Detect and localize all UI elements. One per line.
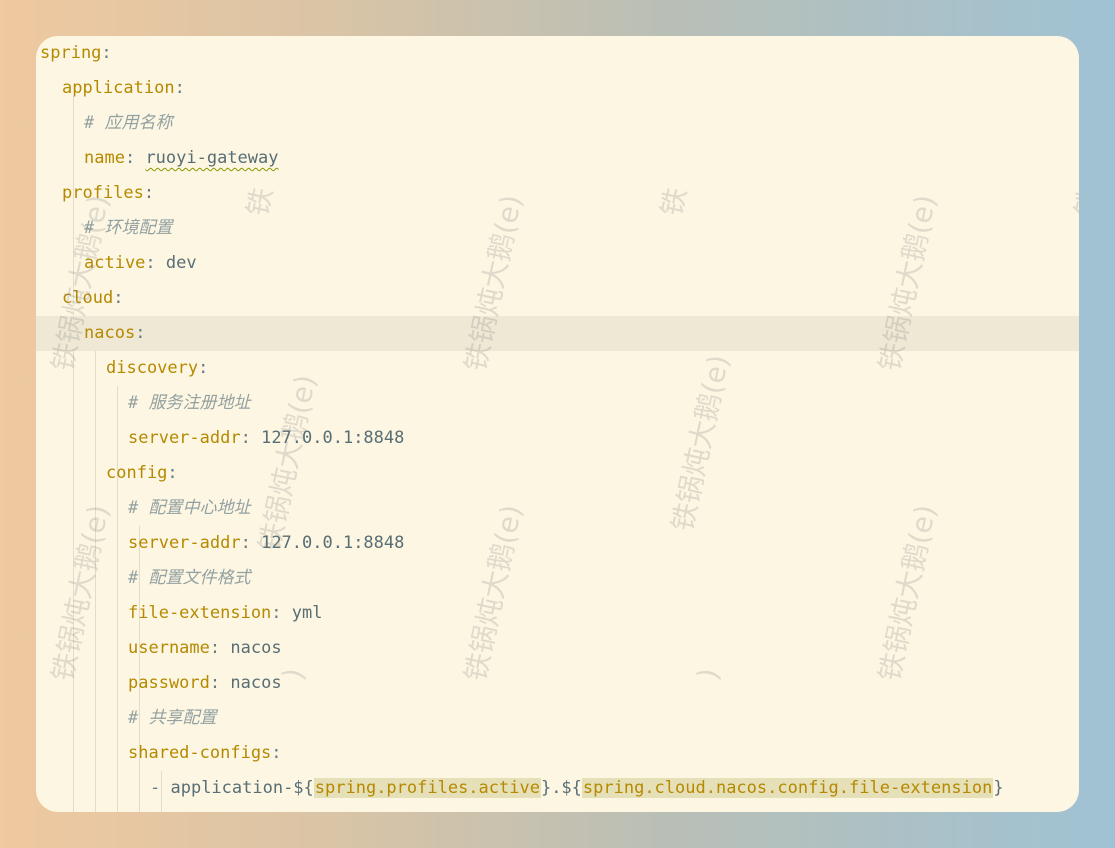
code-line[interactable]: server-addr: 127.0.0.1:8848	[36, 421, 1079, 456]
yaml-value: 127.0.0.1:8848	[261, 428, 405, 448]
code-line[interactable]: name: ruoyi-gateway	[36, 141, 1079, 176]
comment-text: 服务注册地址	[148, 393, 251, 413]
code-line[interactable]: active: dev	[36, 246, 1079, 281]
code-line[interactable]: # 配置中心地址	[36, 491, 1079, 526]
list-dash: -	[150, 778, 171, 798]
yaml-separator: :	[174, 78, 185, 98]
code-line[interactable]: # 应用名称	[36, 106, 1079, 141]
yaml-value: nacos	[230, 673, 282, 693]
comment-text: 配置文件格式	[148, 568, 251, 588]
yaml-separator: :	[209, 638, 231, 658]
comment-marker: #	[128, 708, 149, 728]
comment-marker: #	[128, 568, 149, 588]
code-line[interactable]: profiles:	[36, 176, 1079, 211]
yaml-value: dev	[165, 253, 197, 273]
yaml-key: config	[106, 463, 168, 483]
comment-marker: #	[84, 113, 105, 133]
comment-text: 共享配置	[148, 708, 217, 728]
yaml-separator: :	[124, 148, 146, 168]
code-line[interactable]: file-extension: yml	[36, 596, 1079, 631]
yaml-key: server-addr	[128, 428, 241, 448]
current-line-highlight[interactable]: nacos:	[36, 316, 1079, 351]
yaml-key: spring	[40, 43, 102, 63]
yaml-key: profiles	[62, 183, 144, 203]
yaml-separator: :	[135, 323, 146, 343]
code-line[interactable]: # 服务注册地址	[36, 386, 1079, 421]
code-line[interactable]: server-addr: 127.0.0.1:8848	[36, 526, 1079, 561]
code-line[interactable]: - application-${spring.profiles.active}.…	[36, 771, 1079, 806]
yaml-separator: :	[240, 428, 262, 448]
yaml-value: yml	[291, 603, 323, 623]
yaml-separator: :	[145, 253, 166, 273]
yaml-separator: :	[271, 743, 282, 763]
yaml-key: file-extension	[128, 603, 272, 623]
comment-text: 配置中心地址	[148, 498, 251, 518]
yaml-value: }	[993, 778, 1004, 798]
yaml-separator: :	[271, 603, 292, 623]
yaml-separator: :	[240, 533, 262, 553]
yaml-key: nacos	[84, 323, 136, 343]
yaml-key: discovery	[106, 358, 199, 378]
yaml-separator: :	[198, 358, 209, 378]
comment-marker: #	[128, 498, 149, 518]
code-line[interactable]: discovery:	[36, 351, 1079, 386]
code-line[interactable]: username: nacos	[36, 631, 1079, 666]
yaml-value: }.${	[540, 778, 582, 798]
yaml-key: username	[128, 638, 210, 658]
code-line[interactable]: application:	[36, 71, 1079, 106]
yaml-value: application-${	[170, 778, 314, 798]
yaml-separator: :	[113, 288, 124, 308]
code-line[interactable]: cloud:	[36, 281, 1079, 316]
yaml-value: 127.0.0.1:8848	[261, 533, 405, 553]
yaml-key: shared-configs	[128, 743, 272, 763]
yaml-value: ruoyi-gateway	[145, 148, 279, 168]
yaml-key: application	[62, 78, 175, 98]
yaml-key: password	[128, 673, 210, 693]
yaml-key: active	[84, 253, 146, 273]
yaml-key: server-addr	[128, 533, 241, 553]
code-line[interactable]: # 环境配置	[36, 211, 1079, 246]
code-line[interactable]: password: nacos	[36, 666, 1079, 701]
yaml-key: cloud	[62, 288, 114, 308]
yaml-separator: :	[143, 183, 155, 203]
code-line[interactable]: spring:	[36, 36, 1079, 71]
code-line[interactable]: shared-configs:	[36, 736, 1079, 771]
yaml-separator: :	[167, 463, 178, 483]
code-line[interactable]: # 配置文件格式	[36, 561, 1079, 596]
yaml-value: nacos	[230, 638, 282, 658]
code-line[interactable]: # 共享配置	[36, 701, 1079, 736]
comment-marker: #	[128, 393, 149, 413]
highlighted-placeholder: spring.profiles.active	[313, 778, 541, 798]
code-editor[interactable]: spring: application: # 应用名称 name: ruoyi-…	[36, 36, 1079, 812]
yaml-separator: :	[101, 43, 112, 63]
yaml-key: name	[84, 148, 125, 168]
comment-text: 环境配置	[104, 218, 173, 238]
comment-text: 应用名称	[104, 113, 173, 133]
yaml-separator: :	[209, 673, 231, 693]
code-line[interactable]: config:	[36, 456, 1079, 491]
highlighted-placeholder: spring.cloud.nacos.config.file-extension	[581, 778, 994, 798]
comment-marker: #	[84, 218, 105, 238]
